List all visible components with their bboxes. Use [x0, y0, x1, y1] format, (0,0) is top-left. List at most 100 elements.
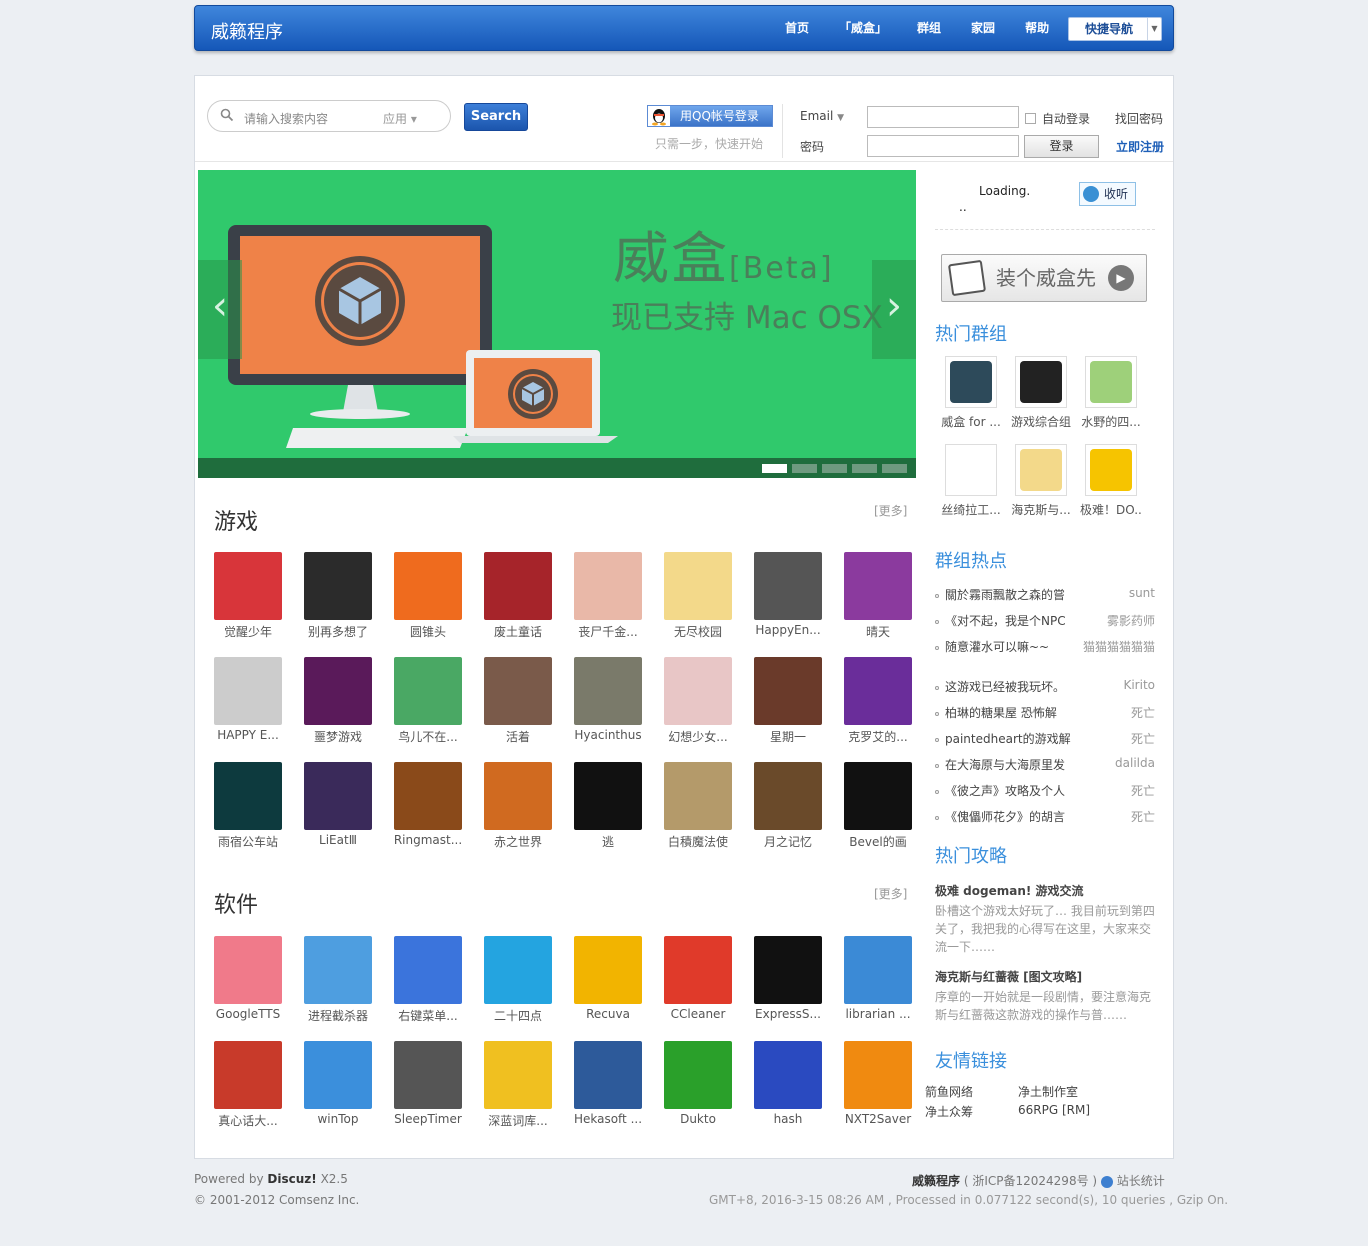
search-button[interactable]: Search: [464, 103, 528, 131]
nav-groups[interactable]: 群组: [917, 6, 941, 50]
game-tile[interactable]: Bevel的画: [835, 762, 921, 850]
game-tile[interactable]: 星期一: [745, 657, 831, 745]
game-tile[interactable]: 白積魔法使: [655, 762, 741, 850]
login-button[interactable]: 登录: [1024, 135, 1099, 158]
software-tile[interactable]: 二十四点: [475, 936, 561, 1024]
software-tile[interactable]: NXT2Saver: [835, 1041, 921, 1126]
nav-help[interactable]: 帮助: [1025, 6, 1049, 50]
software-tile[interactable]: hash: [745, 1041, 831, 1126]
site-logo[interactable]: 威籁程序: [211, 18, 283, 44]
game-tile[interactable]: 废土童话: [475, 552, 561, 640]
auto-login-checkbox[interactable]: [1025, 113, 1036, 124]
game-tile[interactable]: 圆锥头: [385, 552, 471, 640]
software-tile[interactable]: 真心话大...: [205, 1041, 291, 1129]
game-tile[interactable]: HAPPY E...: [205, 657, 291, 742]
friend-link[interactable]: 箭鱼网络: [925, 1083, 973, 1100]
software-tile[interactable]: SleepTimer: [385, 1041, 471, 1126]
game-tile[interactable]: 噩梦游戏: [295, 657, 381, 745]
search-box[interactable]: 请输入搜索内容 应用 ▾: [207, 100, 451, 132]
friend-link[interactable]: 净土制作室: [1018, 1083, 1078, 1100]
game-tile[interactable]: 晴天: [835, 552, 921, 640]
site-link[interactable]: 威籁程序: [912, 1174, 960, 1188]
forgot-password-link[interactable]: 找回密码: [1115, 110, 1163, 127]
password-field[interactable]: [867, 135, 1019, 157]
banner-slider[interactable]: 威盒[Beta] 现已支持 Mac OSX ‹ ›: [198, 170, 916, 478]
game-tile[interactable]: 逃: [565, 762, 651, 850]
group-tile[interactable]: 丝绮拉工...: [940, 444, 1002, 518]
software-tile[interactable]: GoogleTTS: [205, 936, 291, 1021]
search-input[interactable]: 请输入搜索内容: [244, 110, 328, 127]
software-tile[interactable]: 进程截杀器: [295, 936, 381, 1024]
nav-home[interactable]: 首页: [785, 6, 809, 50]
group-tile[interactable]: 水野的四...: [1080, 356, 1142, 430]
software-tile[interactable]: 右键菜单...: [385, 936, 471, 1024]
email-select[interactable]: Email ▼: [800, 109, 844, 123]
guide-title[interactable]: 极难 dogeman! 游戏交流: [935, 882, 1084, 899]
quick-nav-button[interactable]: 快捷导航 ▼: [1068, 17, 1162, 41]
game-tile[interactable]: 活着: [475, 657, 561, 745]
banner-dot[interactable]: [792, 464, 817, 473]
group-tile[interactable]: 极难！DO...: [1080, 444, 1142, 518]
group-tile[interactable]: 威盒 for ...: [940, 356, 1002, 430]
game-tile[interactable]: 克罗艾的...: [835, 657, 921, 745]
box-mascot-icon: [947, 259, 987, 297]
group-hot-item[interactable]: 这游戏已经被我玩坏。 Kirito: [935, 678, 1155, 704]
group-hot-item[interactable]: paintedheart的游戏解 死亡: [935, 730, 1155, 756]
game-tile[interactable]: 月之记忆: [745, 762, 831, 850]
group-tile[interactable]: 海克斯与...: [1010, 444, 1072, 518]
game-tile[interactable]: 鸟儿不在...: [385, 657, 471, 745]
software-more-link[interactable]: [更多]: [874, 885, 907, 902]
game-tile[interactable]: 别再多想了: [295, 552, 381, 640]
qq-login-button[interactable]: 用QQ帐号登录: [647, 105, 773, 127]
group-hot-item[interactable]: 《彼之声》攻略及个人 死亡: [935, 782, 1155, 808]
software-tile[interactable]: Hekasoft ...: [565, 1041, 651, 1126]
game-tile[interactable]: HappyEn...: [745, 552, 831, 637]
game-tile[interactable]: 觉醒少年: [205, 552, 291, 640]
banner-prev-button[interactable]: ‹: [198, 260, 242, 359]
group-hot-item[interactable]: 在大海原与大海原里发 dalilda: [935, 756, 1155, 782]
game-tile[interactable]: 赤之世界: [475, 762, 561, 850]
friend-link[interactable]: 66RPG [RM]: [1018, 1103, 1090, 1117]
game-thumbnail: [574, 762, 642, 830]
group-hot-item[interactable]: 《傀儡师花夕》的胡言 死亡: [935, 808, 1155, 834]
stats-link[interactable]: 站长统计: [1117, 1174, 1165, 1188]
game-tile[interactable]: Hyacinthus: [565, 657, 651, 742]
software-tile[interactable]: Recuva: [565, 936, 651, 1021]
game-tile[interactable]: 雨宿公车站: [205, 762, 291, 850]
software-tile[interactable]: ExpressS...: [745, 936, 831, 1021]
game-name: 无尽校园: [673, 625, 722, 639]
install-weihe-button[interactable]: 装个威盒先 ▶: [941, 254, 1147, 302]
games-more-link[interactable]: [更多]: [874, 502, 907, 519]
icp-link[interactable]: ( 浙ICP备12024298号 ): [964, 1174, 1097, 1188]
banner-dot[interactable]: [852, 464, 877, 473]
game-tile[interactable]: 幻想少女...: [655, 657, 741, 745]
search-scope-select[interactable]: 应用 ▾: [383, 110, 417, 127]
banner-dot[interactable]: [762, 464, 787, 473]
guide-title[interactable]: 海克斯与红蔷薇 [图文攻略]: [935, 968, 1082, 985]
group-name: 水野的四...: [1081, 415, 1141, 429]
group-tile[interactable]: 游戏综合组: [1010, 356, 1072, 430]
radio-listen-button[interactable]: 收听: [1079, 182, 1136, 206]
game-tile[interactable]: LiEatⅢ: [295, 762, 381, 847]
group-hot-item[interactable]: 柏琳的糖果屋 恐怖解 死亡: [935, 704, 1155, 730]
banner-dot[interactable]: [822, 464, 847, 473]
banner-next-button[interactable]: ›: [872, 260, 916, 359]
game-tile[interactable]: Ringmast...: [385, 762, 471, 847]
group-hot-item[interactable]: 《对不起，我是个NPC 雾影药师: [935, 612, 1155, 638]
nav-weihe[interactable]: 「威盒」: [839, 6, 887, 50]
register-link[interactable]: 立即注册: [1116, 138, 1164, 155]
banner-dot[interactable]: [882, 464, 907, 473]
software-tile[interactable]: librarian ...: [835, 936, 921, 1021]
discuz-link[interactable]: Discuz!: [267, 1172, 316, 1186]
nav-home-space[interactable]: 家园: [971, 6, 995, 50]
friend-link[interactable]: 净土众筹: [925, 1103, 973, 1120]
email-field[interactable]: [867, 106, 1019, 128]
game-tile[interactable]: 无尽校园: [655, 552, 741, 640]
software-tile[interactable]: 深蓝词库...: [475, 1041, 561, 1129]
group-hot-item[interactable]: 關於霧雨飄散之森的嘗 sunt: [935, 586, 1155, 612]
game-tile[interactable]: 丧尸千金...: [565, 552, 651, 640]
software-tile[interactable]: winTop: [295, 1041, 381, 1126]
software-tile[interactable]: Dukto: [655, 1041, 741, 1126]
group-hot-item[interactable]: 随意灌水可以嘛~~ 猫猫猫猫猫猫: [935, 638, 1155, 664]
software-tile[interactable]: CCleaner: [655, 936, 741, 1021]
